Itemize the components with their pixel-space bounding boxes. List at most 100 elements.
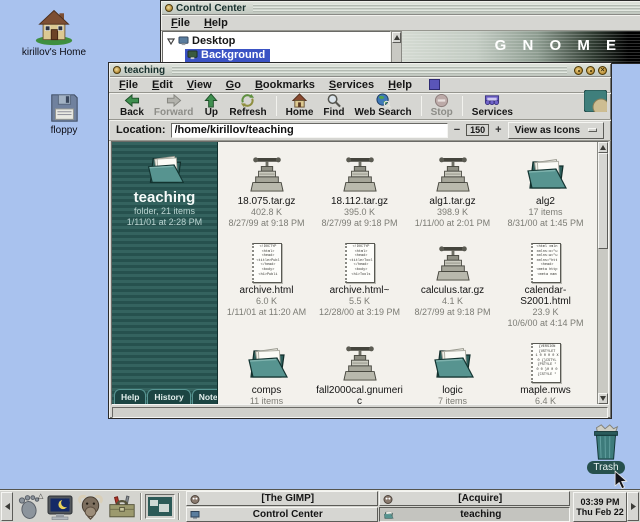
location-label: Location: (116, 124, 166, 136)
web-search-icon (375, 93, 392, 108)
file-item[interactable]: alg1.tar.gz398.9 K1/11/00 at 2:01 PM (406, 148, 499, 228)
close-button[interactable]: × (598, 66, 607, 75)
tree-item-background[interactable]: Background (185, 48, 390, 62)
scroll-up-button[interactable] (598, 142, 608, 153)
folder-icon (244, 343, 290, 383)
desktop-icon-home-label: kirillov's Home (22, 47, 86, 58)
panel-hide-button-left[interactable] (1, 492, 13, 521)
html-document-icon: <html xmln xmlns:o="u xmlns:w="u xmlns="… (531, 243, 561, 283)
titlebar-grip (253, 4, 640, 12)
services-icon (483, 93, 501, 108)
desktop-pager-cell[interactable] (148, 497, 172, 516)
file-item[interactable]: calculus.tar.gz4.1 K8/27/99 at 9:18 PM (406, 237, 499, 328)
file-item[interactable]: <!DOCTYP <html> <head> <title>Tool </hea… (313, 237, 406, 328)
menu-popup-arrow-icon: △ (38, 493, 43, 500)
file-item[interactable]: <!DOCTYP <html> <head> <title>Publ </hea… (220, 237, 313, 328)
menu-help[interactable]: Help (381, 78, 419, 92)
tree-item-background-label: Background (201, 49, 265, 61)
arrow-up-icon (600, 145, 606, 150)
stop-button[interactable]: Stop (426, 93, 458, 118)
tab-history[interactable]: History (147, 389, 190, 404)
menu-file[interactable]: File (164, 16, 197, 30)
window-menu-icon[interactable] (113, 66, 121, 74)
folder-icon (523, 154, 569, 194)
help-browser-launcher[interactable] (75, 492, 106, 522)
menu-edit[interactable]: Edit (145, 78, 180, 92)
sidebar-meta-items: folder, 21 items (134, 206, 195, 217)
tab-notes[interactable]: Notes (192, 389, 218, 404)
services-button[interactable]: Services (467, 93, 518, 118)
control-center-launcher[interactable] (106, 492, 137, 522)
expander-icon[interactable] (167, 37, 175, 45)
desk-guide-applet[interactable] (145, 494, 175, 519)
task-button-acquire[interactable]: [Acquire] (379, 491, 571, 506)
up-button[interactable]: Up (198, 93, 224, 118)
stop-icon (434, 93, 449, 108)
vertical-scrollbar[interactable] (597, 142, 608, 404)
file-item[interactable]: 18.112.tar.gz395.0 K8/27/99 at 9:18 PM (313, 148, 406, 228)
window-menu-icon[interactable] (165, 4, 173, 12)
home-button[interactable]: Home (281, 93, 319, 118)
task-button-teaching[interactable]: teaching (379, 507, 571, 522)
html-document-icon: <!DOCTYP <html> <head> <title>Publ </hea… (252, 243, 282, 283)
desktop-icon-trash[interactable]: Trash (566, 423, 640, 474)
background-item-icon (187, 50, 198, 60)
screensaver-launcher[interactable] (44, 492, 75, 522)
file-item[interactable]: <html xmln xmlns:o="u xmlns:w="u xmlns="… (499, 237, 592, 328)
back-button[interactable]: Back (115, 93, 149, 118)
find-button[interactable]: Find (318, 93, 349, 118)
file-item[interactable]: comps11 items1/10/01 at 11:05 AM (220, 337, 313, 404)
home-icon (32, 6, 76, 46)
mouse-cursor (612, 470, 630, 490)
menu-services[interactable]: Services (322, 78, 381, 92)
gimp-task-icon (190, 494, 200, 504)
menu-view[interactable]: View (180, 78, 219, 92)
task-button-control-center[interactable]: Control Center (186, 507, 378, 522)
panel-hide-button-right[interactable] (627, 492, 639, 521)
control-center-content: Desktop Background Panel (162, 31, 640, 63)
trash-icon (588, 423, 624, 461)
zoom-in-button[interactable]: + (494, 125, 502, 136)
find-icon (326, 93, 342, 108)
file-item[interactable]: fall2000cal.gnumeric4.3 K (313, 337, 406, 404)
menu-file[interactable]: File (112, 78, 145, 92)
menu-go[interactable]: Go (219, 78, 248, 92)
desktop-icon-floppy[interactable]: floppy (24, 92, 104, 136)
up-icon (203, 93, 219, 108)
file-item[interactable]: 18.075.tar.gz402.8 K8/27/99 at 9:18 PM (220, 148, 313, 228)
view-mode-dropdown[interactable]: View as Icons (508, 122, 604, 139)
maximize-button[interactable] (586, 66, 595, 75)
zoom-out-button[interactable]: − (453, 125, 461, 136)
scrollbar-thumb[interactable] (598, 153, 608, 249)
refresh-button[interactable]: Refresh (224, 93, 271, 118)
arrow-up-icon (394, 35, 400, 40)
tree-scrollbar[interactable] (391, 31, 402, 63)
location-input[interactable] (171, 123, 448, 138)
control-center-titlebar[interactable]: Control Center (162, 2, 640, 15)
file-item[interactable]: {VERSION {USTYLET 1 0 0 0 0 X 0 {}CSTYL … (499, 337, 592, 404)
scroll-down-button[interactable] (598, 393, 608, 404)
folder-icon (430, 343, 476, 383)
menu-help[interactable]: Help (197, 16, 235, 30)
file-manager-menubar: File Edit View Go Bookmarks Services Hel… (109, 77, 611, 93)
file-item[interactable]: alg217 items8/31/00 at 1:45 PM (499, 148, 592, 228)
tree-item-desktop[interactable]: Desktop (167, 34, 390, 48)
control-center-menubar: File Help (161, 15, 640, 31)
forward-button[interactable]: Forward (149, 93, 198, 118)
file-manager-window: teaching × File Edit View Go Bookmarks S… (108, 62, 612, 419)
file-item[interactable]: logic7 itemstoday at 3:55 PM (406, 337, 499, 404)
arrow-right-icon (631, 503, 636, 510)
tarball-icon (343, 156, 377, 194)
scroll-up-arrow[interactable] (392, 32, 401, 43)
file-manager-titlebar[interactable]: teaching × (110, 64, 610, 77)
task-button-gimp[interactable]: [The GIMP] (186, 491, 378, 506)
minimize-button[interactable] (574, 66, 583, 75)
menubar-applet-icon (429, 79, 440, 90)
zoom-level-indicator[interactable]: 150 (466, 124, 489, 136)
forward-icon (165, 93, 183, 108)
web-search-button[interactable]: Web Search (350, 93, 417, 118)
toolbox-icon (107, 493, 137, 520)
menu-bookmarks[interactable]: Bookmarks (248, 78, 322, 92)
tab-help[interactable]: Help (114, 389, 146, 404)
desktop-icon-home[interactable]: kirillov's Home (14, 6, 94, 58)
